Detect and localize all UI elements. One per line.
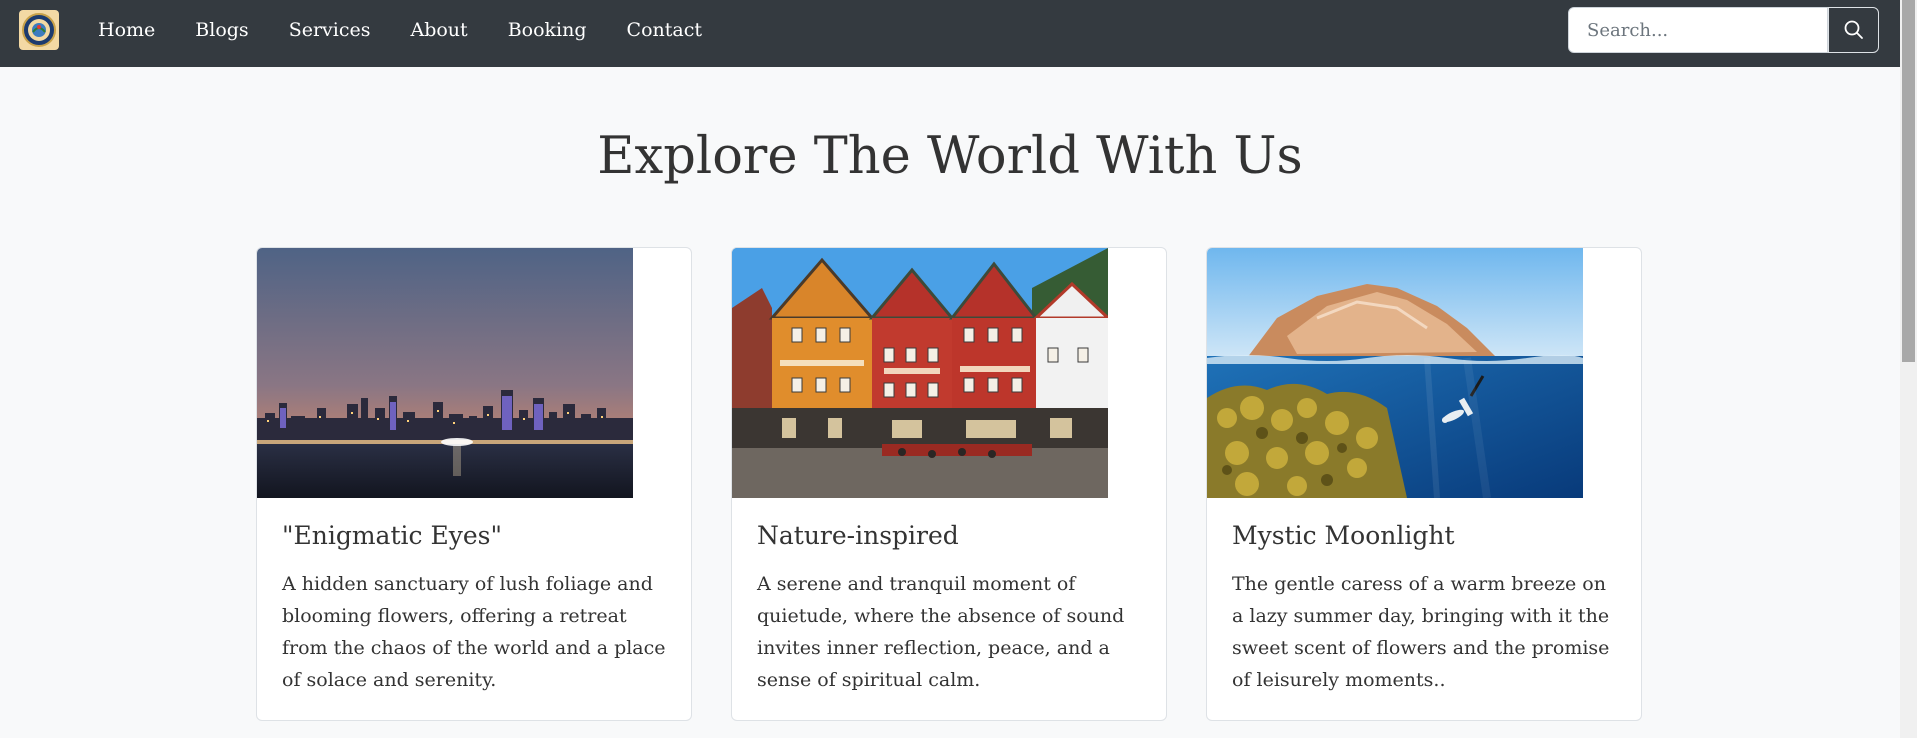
- page-title: Explore The World With Us: [597, 127, 1303, 186]
- card-image-reef: [1207, 248, 1583, 498]
- destination-card[interactable]: "Enigmatic Eyes" A hidden sanctuary of l…: [256, 247, 692, 721]
- nav-link-booking[interactable]: Booking: [488, 19, 607, 41]
- nav-links: Home Blogs Services About Booking Contac…: [78, 0, 722, 60]
- nav-link-blogs[interactable]: Blogs: [175, 19, 268, 41]
- travel-logo-icon[interactable]: [19, 10, 59, 50]
- nav-link-about[interactable]: About: [390, 19, 487, 41]
- card-title: "Enigmatic Eyes": [282, 521, 502, 550]
- page-scrollbar[interactable]: [1900, 0, 1917, 738]
- card-image-skyline: [257, 248, 633, 498]
- card-title: Mystic Moonlight: [1232, 521, 1455, 550]
- search-icon: [1844, 20, 1863, 39]
- destination-card[interactable]: Mystic Moonlight The gentle caress of a …: [1206, 247, 1642, 721]
- card-image-houses: [732, 248, 1108, 498]
- search-form: [1568, 7, 1879, 53]
- search-input[interactable]: [1568, 7, 1828, 53]
- nav-link-contact[interactable]: Contact: [607, 19, 722, 41]
- page: Home Blogs Services About Booking Contac…: [0, 0, 1917, 738]
- card-text: A serene and tranquil moment of quietude…: [757, 573, 1125, 691]
- card-text: A hidden sanctuary of lush foliage and b…: [282, 573, 666, 691]
- card-title: Nature-inspired: [757, 521, 959, 550]
- nav-link-home[interactable]: Home: [78, 19, 175, 41]
- nav-link-services[interactable]: Services: [269, 19, 391, 41]
- destination-card[interactable]: Nature-inspired A serene and tranquil mo…: [731, 247, 1167, 721]
- search-button[interactable]: [1828, 7, 1879, 53]
- card-text: The gentle caress of a warm breeze on a …: [1232, 573, 1610, 691]
- scrollbar-thumb[interactable]: [1902, 0, 1915, 362]
- navbar: Home Blogs Services About Booking Contac…: [0, 0, 1900, 67]
